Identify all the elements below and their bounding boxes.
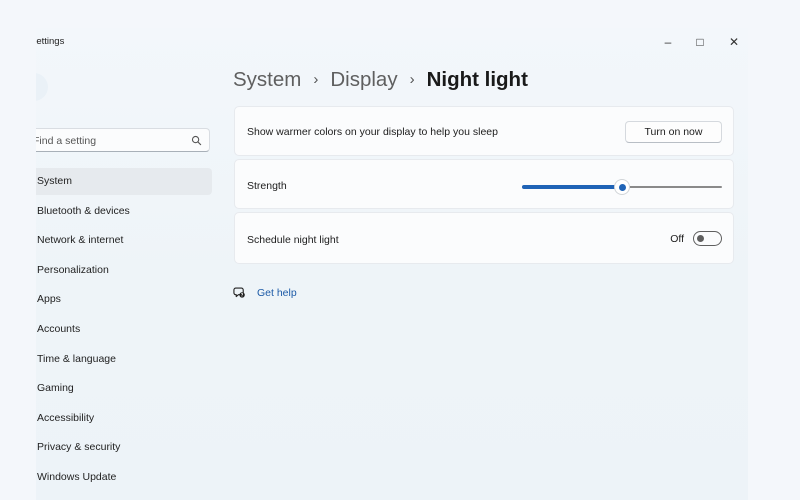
breadcrumb-separator: › <box>409 70 415 88</box>
slider-fill <box>522 185 622 189</box>
app-title: Settings <box>36 36 65 47</box>
help-chat-icon: ? <box>233 287 245 298</box>
sidebar-item-system[interactable]: System <box>36 168 212 195</box>
slider-thumb-dot <box>618 183 626 191</box>
sidebar-item-network-internet[interactable]: Network & internet <box>36 227 212 254</box>
minimize-button[interactable]: – <box>654 32 682 52</box>
maximize-button[interactable]: □ <box>686 32 714 52</box>
toggle-state-label: Off <box>670 233 684 245</box>
schedule-label: Schedule night light <box>247 234 339 246</box>
breadcrumb-system[interactable]: System <box>233 68 301 92</box>
warmer-colors-label: Show warmer colors on your display to he… <box>247 126 498 138</box>
strength-slider[interactable] <box>522 180 722 194</box>
strength-label: Strength <box>247 180 287 192</box>
sidebar-item-accessibility[interactable]: Accessibility <box>36 405 212 432</box>
get-help-link[interactable]: ? Get help <box>233 286 297 299</box>
turn-on-now-button[interactable]: Turn on now <box>625 121 722 143</box>
slider-thumb[interactable] <box>615 180 629 194</box>
sidebar-item-apps[interactable]: Apps <box>36 286 212 313</box>
schedule-toggle[interactable] <box>693 231 722 246</box>
sidebar-item-accounts[interactable]: Accounts <box>36 316 212 343</box>
get-help-label: Get help <box>257 286 297 299</box>
title-bar: Settings – □ ✕ <box>36 28 748 58</box>
sidebar-item-personalization[interactable]: Personalization <box>36 257 212 284</box>
avatar[interactable] <box>36 73 48 101</box>
close-button[interactable]: ✕ <box>720 32 748 52</box>
breadcrumb-display[interactable]: Display <box>330 68 397 92</box>
sidebar-item-privacy-security[interactable]: Privacy & security <box>36 434 212 461</box>
breadcrumb-separator: › <box>313 70 319 88</box>
breadcrumb: System › Display › Night light <box>233 64 528 96</box>
warmer-colors-card: Show warmer colors on your display to he… <box>234 106 734 156</box>
sidebar-item-gaming[interactable]: Gaming <box>36 375 212 402</box>
search-input[interactable] <box>36 129 185 153</box>
search-icon[interactable] <box>191 135 202 146</box>
page-title: Night light <box>426 68 528 91</box>
toggle-knob <box>697 235 704 242</box>
search-box[interactable] <box>36 128 210 153</box>
sidebar-item-time-language[interactable]: Time & language <box>36 346 212 373</box>
schedule-card: Schedule night light Off <box>234 212 734 264</box>
sidebar-item-windows-update[interactable]: Windows Update <box>36 464 212 491</box>
settings-window: Settings – □ ✕ System Bluetooth & device… <box>36 28 748 500</box>
strength-card: Strength <box>234 159 734 209</box>
sidebar-item-bluetooth-devices[interactable]: Bluetooth & devices <box>36 198 212 225</box>
